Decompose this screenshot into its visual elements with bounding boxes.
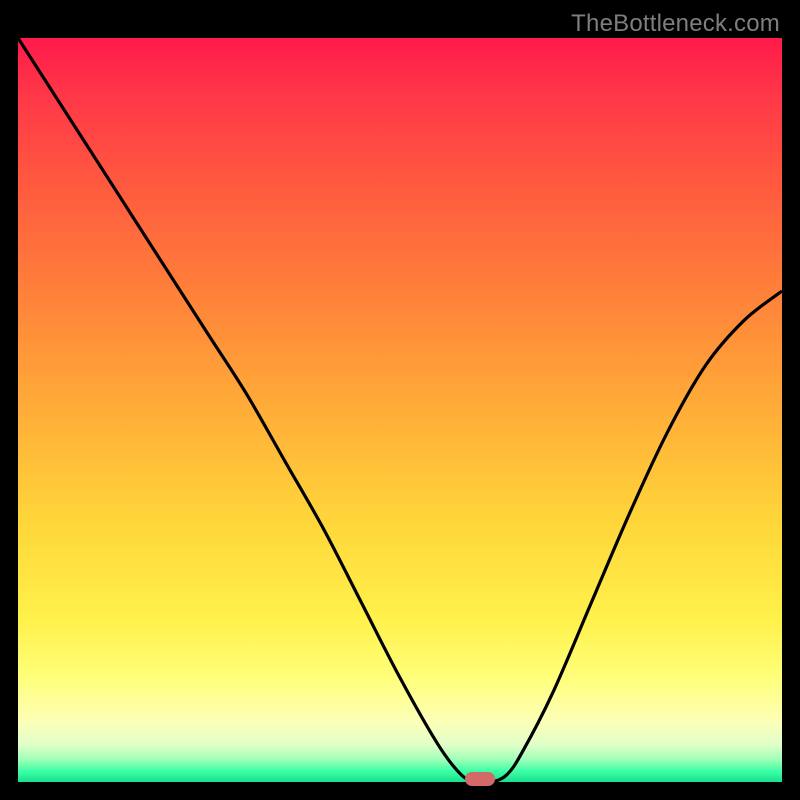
chart-plot-area [18, 38, 782, 782]
bottleneck-curve-svg [18, 38, 782, 782]
bottleneck-curve-path [18, 38, 782, 783]
optimal-point-marker [465, 772, 495, 786]
watermark-text: TheBottleneck.com [571, 10, 780, 38]
